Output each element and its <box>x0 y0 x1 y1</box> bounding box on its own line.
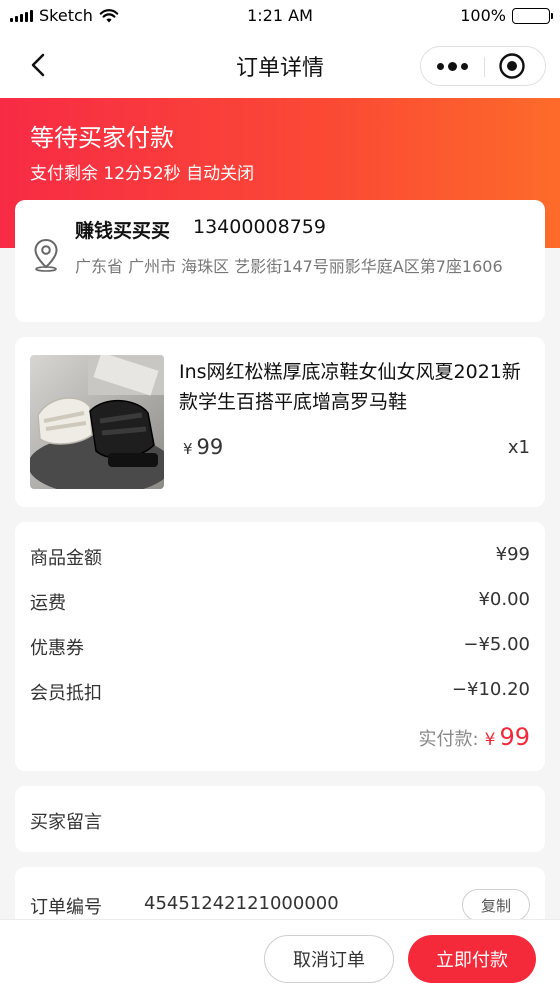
cancel-order-button[interactable]: 取消订单 <box>264 935 394 983</box>
buyer-remark-label: 买家留言 <box>30 812 102 833</box>
capsule-divider <box>484 57 485 77</box>
product-name: Ins网红松糕厚底凉鞋女仙女风夏2021新款学生百搭平底增高罗马鞋 <box>179 361 521 413</box>
payment-summary-card: 商品金额 ¥99 运费 ¥0.00 优惠券 −¥5.00 会员抵扣 −¥10.2… <box>15 522 545 771</box>
product-price: ¥99 <box>183 435 223 459</box>
location-pin-icon <box>34 238 58 272</box>
price-value: 99 <box>196 435 224 459</box>
bottom-action-bar: 取消订单 立即付款 <box>0 919 560 996</box>
summary-row: 会员抵扣 −¥10.20 <box>30 679 530 705</box>
battery-percent: 100% <box>460 6 506 25</box>
recipient-name: 赚钱买买买 <box>75 220 171 242</box>
mini-program-capsule <box>420 46 546 86</box>
copy-order-number-button[interactable]: 复制 <box>462 889 530 921</box>
summary-value: ¥99 <box>495 544 530 565</box>
order-number-label: 订单编号 <box>30 897 102 918</box>
order-status-title: 等待买家付款 <box>30 124 174 152</box>
address-card[interactable]: 赚钱买买买 13400008759 广东省 广州市 海珠区 艺影街147号丽影华… <box>15 200 545 322</box>
status-right: 100% <box>460 6 553 25</box>
status-bar: Sketch 1:21 AM 100% <box>0 0 560 32</box>
amount-paid-value: ¥99 <box>485 723 530 751</box>
more-icon[interactable] <box>421 47 484 85</box>
nav-bar: 订单详情 <box>0 32 560 98</box>
summary-label: 优惠券 <box>30 638 84 659</box>
summary-value: ¥0.00 <box>478 589 530 610</box>
price-currency: ¥ <box>183 440 193 458</box>
product-image[interactable] <box>30 355 164 489</box>
order-number-value: 45451242121000000 <box>144 893 339 914</box>
summary-label: 商品金额 <box>30 548 102 569</box>
buyer-remark-card[interactable]: 买家留言 <box>15 786 545 852</box>
close-target-icon[interactable] <box>498 52 526 80</box>
recipient-phone: 13400008759 <box>193 216 326 238</box>
shipping-address: 广东省 广州市 海珠区 艺影街147号丽影华庭A区第7座1606 <box>75 257 503 276</box>
battery-icon <box>512 7 553 24</box>
pay-now-button[interactable]: 立即付款 <box>408 935 536 983</box>
amount-paid-label: 实付款: <box>418 729 479 750</box>
summary-label: 运费 <box>30 593 66 614</box>
amount-paid-currency: ¥ <box>484 730 496 750</box>
summary-label: 会员抵扣 <box>30 683 102 704</box>
amount-paid: 实付款: ¥99 <box>419 723 530 751</box>
summary-value: −¥5.00 <box>463 634 530 655</box>
summary-value: −¥10.20 <box>451 679 530 700</box>
product-card[interactable]: Ins网红松糕厚底凉鞋女仙女风夏2021新款学生百搭平底增高罗马鞋 ¥99 x1 <box>15 337 545 507</box>
summary-row: 优惠券 −¥5.00 <box>30 634 530 660</box>
product-quantity: x1 <box>507 437 530 458</box>
payment-countdown: 支付剩余 12分52秒 自动关闭 <box>30 164 255 184</box>
summary-row: 商品金额 ¥99 <box>30 544 530 570</box>
amount-paid-number: 99 <box>499 723 530 751</box>
summary-row: 运费 ¥0.00 <box>30 589 530 615</box>
